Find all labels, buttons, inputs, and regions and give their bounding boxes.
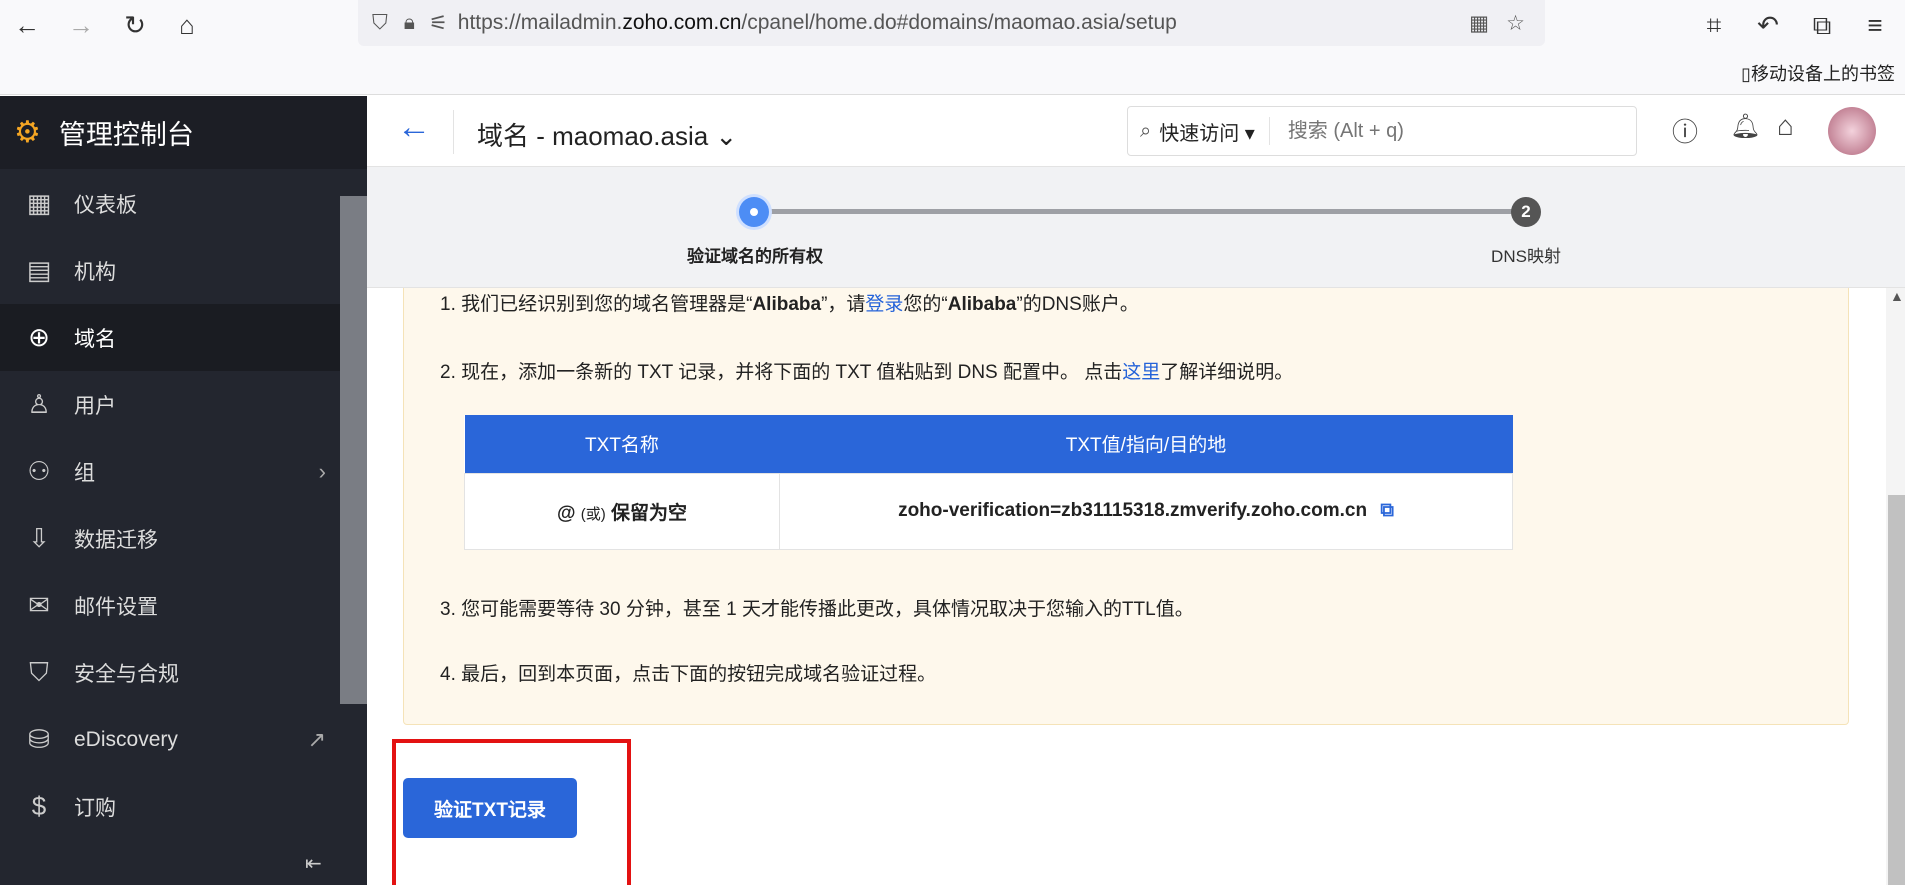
external-link-icon: ↗: [307, 726, 326, 752]
txt-name-cell: @ (或) 保留为空: [464, 472, 780, 550]
sidebar-item-label: 安全与合规: [74, 662, 179, 686]
sidebar-header: ⚙ 管理控制台: [0, 96, 367, 169]
star-icon[interactable]: ☆: [1506, 11, 1525, 36]
back-arrow-icon[interactable]: ←: [397, 108, 431, 147]
step-1-label: 验证域名的所有权: [687, 247, 823, 266]
divider: [453, 110, 454, 154]
instruction-step-2: 2. 现在，添加一条新的 TXT 记录，并将下面的 TXT 值粘贴到 DNS 配…: [440, 362, 1294, 383]
mobile-bookmarks[interactable]: ▯移动设备上的书签: [1741, 60, 1895, 86]
billing-icon: $: [31, 791, 47, 821]
sidebar-item-label: 机构: [74, 260, 116, 284]
back-icon[interactable]: ←: [10, 10, 44, 41]
here-link[interactable]: 这里: [1122, 362, 1160, 383]
sidebar-item-mail-settings[interactable]: ✉ 邮件设置: [0, 572, 340, 639]
avatar[interactable]: [1828, 107, 1876, 155]
permissions-icon[interactable]: ⚟: [429, 11, 448, 36]
sidebar-item-ediscovery[interactable]: ⛁ eDiscovery ↗: [0, 706, 340, 773]
menu-icon[interactable]: ≡: [1858, 10, 1892, 41]
search-icon: ⌕: [1140, 119, 1152, 142]
setup-stepper: 2 验证域名的所有权 DNS映射: [367, 167, 1905, 288]
step-2-label: DNS映射: [1491, 247, 1561, 266]
building-icon: ▤: [26, 255, 52, 285]
crop-icon[interactable]: ⌗: [1697, 10, 1731, 42]
ediscovery-icon: ⛁: [28, 724, 50, 754]
instruction-step-4: 4. 最后，回到本页面，点击下面的按钮完成域名验证过程。: [440, 664, 937, 685]
shield-icon: ⛉: [29, 656, 49, 687]
sidebar-scrollbar-thumb[interactable]: [340, 196, 367, 704]
step-1-indicator: [739, 197, 769, 227]
sidebar-item-dashboard[interactable]: ▦ 仪表板: [0, 170, 340, 237]
sidebar-item-billing[interactable]: $ 订购: [0, 773, 340, 840]
top-header: ← 域名 - maomao.asia ⌄ ⌕ 快速访问 ▾ ⓘ 🔔︎ ⌂: [367, 96, 1905, 167]
sidebar-item-label: 邮件设置: [74, 595, 158, 619]
sidebar-item-migration[interactable]: ⇩ 数据迁移: [0, 505, 340, 572]
chevron-right-icon: ›: [318, 458, 326, 484]
quick-access-dropdown[interactable]: 快速访问 ▾: [1159, 117, 1255, 146]
home-icon[interactable]: ⌂: [1777, 110, 1794, 142]
stepper-line: [754, 209, 1526, 214]
column-header-name: TXT名称: [464, 415, 780, 473]
sidebar-item-label: 组: [74, 461, 95, 485]
sidebar-item-label: eDiscovery: [74, 727, 178, 751]
scroll-up-icon[interactable]: ▲: [1890, 288, 1904, 304]
txt-value-cell: zoho-verification=zb31115318.zmverify.zo…: [779, 472, 1513, 550]
undo-icon[interactable]: ↶: [1751, 10, 1785, 41]
chevron-down-icon: ⌄: [715, 121, 738, 151]
url-text: https://mailadmin.zoho.com.cn/cpanel/hom…: [457, 11, 1177, 34]
download-icon: ⇩: [28, 523, 50, 553]
sidebar-item-security[interactable]: ⛉ 安全与合规: [0, 639, 340, 706]
main-content: 1. 我们已经识别到您的域名管理器是“Alibaba”，请登录您的“Alibab…: [367, 288, 1886, 885]
sidebar-item-label: 订购: [74, 796, 116, 820]
instructions-panel: 1. 我们已经识别到您的域名管理器是“Alibaba”，请登录您的“Alibab…: [403, 288, 1849, 725]
sidebar-item-domains[interactable]: ⊕ 域名: [0, 304, 340, 371]
forward-icon[interactable]: →: [64, 10, 98, 41]
home-icon[interactable]: ⌂: [170, 10, 204, 41]
copy-icon[interactable]: ⧉: [1380, 500, 1394, 521]
shield-icon: ⛉: [372, 11, 388, 34]
verify-txt-record-button[interactable]: 验证TXT记录: [403, 778, 577, 838]
instruction-step-1: 1. 我们已经识别到您的域名管理器是“Alibaba”，请登录您的“Alibab…: [440, 294, 1139, 315]
bell-icon[interactable]: 🔔︎: [1730, 112, 1760, 141]
qr-code-icon[interactable]: ▦: [1469, 11, 1489, 36]
mail-settings-icon: ✉: [28, 590, 50, 620]
extensions-icon[interactable]: ⧉: [1805, 10, 1839, 42]
txt-record-table: TXT名称 TXT值/指向/目的地 @ (或) 保留为空 zoho-verific…: [464, 415, 1513, 550]
help-icon[interactable]: ⓘ: [1672, 112, 1698, 149]
group-icon: ⚇: [27, 456, 51, 486]
globe-icon: ⊕: [28, 322, 50, 352]
sidebar-item-users[interactable]: ♙ 用户: [0, 371, 340, 438]
sidebar-item-label: 域名: [74, 327, 116, 351]
table-row: @ (或) 保留为空 zoho-verification=zb31115318.…: [464, 472, 1513, 550]
sidebar-item-label: 用户: [74, 394, 116, 418]
content-scrollbar-thumb[interactable]: [1888, 495, 1905, 885]
sidebar-item-label: 仪表板: [74, 193, 137, 217]
admin-logo-icon: ⚙: [14, 116, 41, 149]
sidebar-item-label: 数据迁移: [74, 528, 158, 552]
login-link[interactable]: 登录: [865, 294, 903, 315]
sidebar-item-groups[interactable]: ⚇ 组 ›: [0, 438, 340, 505]
reload-icon[interactable]: ↻: [118, 10, 152, 41]
url-bar[interactable]: ⛉ 🔒︎ ⚟ https://mailadmin.zoho.com.cn/cpa…: [358, 0, 1545, 46]
sidebar: ⚙ 管理控制台 ▦ 仪表板 ▤ 机构 ⊕ 域名 ♙ 用户 ⚇ 组 › ⇩ 数据迁移 ✉ 邮件设置…: [0, 96, 367, 885]
sidebar-item-organization[interactable]: ▤ 机构: [0, 237, 340, 304]
txt-value: zoho-verification=zb31115318.zmverify.zo…: [898, 500, 1368, 521]
instruction-step-3: 3. 您可能需要等待 30 分钟，甚至 1 天才能传播此更改，具体情况取决于您输…: [440, 599, 1194, 620]
search-box: ⌕ 快速访问 ▾: [1127, 106, 1637, 156]
dashboard-icon: ▦: [26, 188, 52, 218]
browser-toolbar: ← → ↻ ⌂ ⛉ 🔒︎ ⚟ https://mailadmin.zoho.co…: [0, 0, 1905, 95]
column-header-value: TXT值/指向/目的地: [779, 415, 1513, 473]
domain-selector[interactable]: 域名 - maomao.asia ⌄: [477, 116, 737, 153]
step-2-indicator: 2: [1511, 197, 1541, 227]
collapse-sidebar-icon[interactable]: ⇤: [305, 851, 322, 876]
user-icon: ♙: [27, 389, 51, 419]
search-input[interactable]: [1287, 119, 1588, 143]
sidebar-title: 管理控制台: [58, 120, 194, 150]
lock-icon: 🔒︎: [403, 11, 415, 34]
